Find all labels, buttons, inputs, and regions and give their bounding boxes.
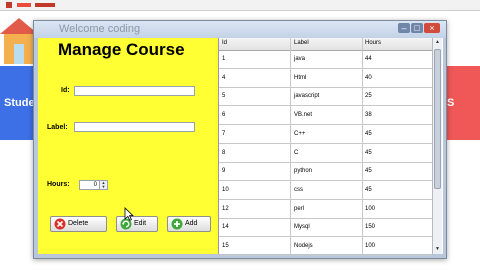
edit-button-label: Edit xyxy=(134,220,147,227)
cell-label: C++ xyxy=(294,130,306,137)
table-row[interactable]: 5 javascript 25 xyxy=(219,88,432,107)
cell-hours: 45 xyxy=(365,149,372,156)
window-titlebar[interactable]: Welcome coding – □ × xyxy=(34,21,446,38)
mouse-cursor-icon xyxy=(124,207,134,221)
delete-button-label: Delete xyxy=(68,220,89,227)
cell-id: 15 xyxy=(222,243,229,249)
id-label: Id: xyxy=(61,87,70,94)
add-button-label: Add xyxy=(185,220,198,227)
course-form-panel: Manage Course Id: Label: Hours: 0 ▲ ▼ De… xyxy=(38,38,218,254)
table-row[interactable]: 4 Html 40 xyxy=(219,70,432,88)
cell-hours: 45 xyxy=(365,168,372,175)
label-field[interactable] xyxy=(74,122,195,132)
table-row[interactable]: 10 css 45 xyxy=(219,182,432,200)
browser-tab-icons xyxy=(6,2,55,8)
cell-id: 9 xyxy=(222,168,226,175)
cell-label: python xyxy=(294,168,313,175)
cell-id: 6 xyxy=(222,112,226,119)
plus-icon xyxy=(171,218,183,230)
manage-course-window: Welcome coding – □ × Manage Course Id: L… xyxy=(33,20,447,259)
cell-hours: 100 xyxy=(365,243,376,249)
cell-label: Nodejs xyxy=(294,243,313,249)
cell-label: perl xyxy=(294,205,305,212)
cell-label: Html xyxy=(294,74,307,81)
cell-id: 14 xyxy=(222,224,229,231)
table-row[interactable]: 8 C 45 xyxy=(219,145,432,163)
maximize-button[interactable]: □ xyxy=(411,23,423,33)
background-tile-label-right: S xyxy=(447,97,455,109)
cell-label: C xyxy=(294,149,299,156)
cell-id: 1 xyxy=(222,56,226,62)
cell-id: 12 xyxy=(222,205,229,212)
table-row[interactable]: 1 java 44 xyxy=(219,51,432,69)
cell-label: javascript xyxy=(294,93,320,100)
table-row[interactable]: 14 Mysql 150 xyxy=(219,219,432,238)
cell-hours: 40 xyxy=(365,74,372,81)
scroll-up-icon[interactable]: ▲ xyxy=(433,38,442,47)
column-header-label[interactable]: Label xyxy=(294,40,309,46)
table-row[interactable]: 7 C++ 45 xyxy=(219,126,432,144)
minimize-button[interactable]: – xyxy=(398,23,410,33)
hours-spinner-arrows[interactable]: ▲ ▼ xyxy=(99,181,107,189)
delete-button[interactable]: Delete xyxy=(50,216,107,232)
scrollbar-thumb[interactable] xyxy=(434,49,441,189)
browser-strip xyxy=(0,0,480,11)
background-tile-label: Stude xyxy=(4,97,35,109)
window-title: Welcome coding xyxy=(59,23,141,35)
cell-id: 4 xyxy=(222,74,226,81)
cell-hours: 25 xyxy=(365,93,372,100)
cell-hours: 150 xyxy=(365,224,376,231)
hours-value: 0 xyxy=(93,182,97,188)
edit-button[interactable]: Edit xyxy=(116,216,158,232)
cell-hours: 44 xyxy=(365,56,372,62)
cell-id: 5 xyxy=(222,93,226,100)
cell-label: VB.net xyxy=(294,112,313,119)
scroll-down-icon[interactable]: ▼ xyxy=(433,245,442,254)
table-row[interactable]: 6 VB.net 38 xyxy=(219,107,432,126)
table-header: Id Label Hours xyxy=(219,38,432,51)
add-button[interactable]: Add xyxy=(167,216,211,232)
cell-id: 7 xyxy=(222,130,226,137)
table-row[interactable]: 9 python 45 xyxy=(219,163,432,182)
cell-hours: 38 xyxy=(365,112,372,119)
close-button[interactable]: × xyxy=(424,23,440,33)
table-scrollbar[interactable]: ▲ ▼ xyxy=(432,38,442,254)
cell-id: 8 xyxy=(222,149,226,156)
background-right-tile: S xyxy=(444,66,480,140)
label-label: Label: xyxy=(47,124,68,131)
cell-label: css xyxy=(294,186,303,193)
column-header-id[interactable]: Id xyxy=(222,40,227,46)
column-divider xyxy=(362,38,363,254)
course-table: Id Label Hours 1 java 44 4 Html 40 5 javascript… xyxy=(218,38,443,256)
table-row[interactable]: 12 perl 100 xyxy=(219,201,432,219)
table-row[interactable]: 15 Nodejs 100 xyxy=(219,238,432,256)
spinner-down-icon[interactable]: ▼ xyxy=(100,185,107,189)
id-field[interactable] xyxy=(74,86,195,96)
cell-id: 10 xyxy=(222,186,229,193)
delete-icon xyxy=(54,218,66,230)
page-title: Manage Course xyxy=(58,40,185,59)
cell-label: java xyxy=(294,56,306,62)
cell-hours: 45 xyxy=(365,130,372,137)
column-divider xyxy=(290,38,291,254)
column-header-hours[interactable]: Hours xyxy=(365,40,381,46)
hours-label: Hours: xyxy=(47,181,70,188)
cell-label: Mysql xyxy=(294,224,310,231)
cell-hours: 100 xyxy=(365,205,376,212)
cell-hours: 45 xyxy=(365,186,372,193)
hours-spinner[interactable]: 0 ▲ ▼ xyxy=(79,180,108,190)
